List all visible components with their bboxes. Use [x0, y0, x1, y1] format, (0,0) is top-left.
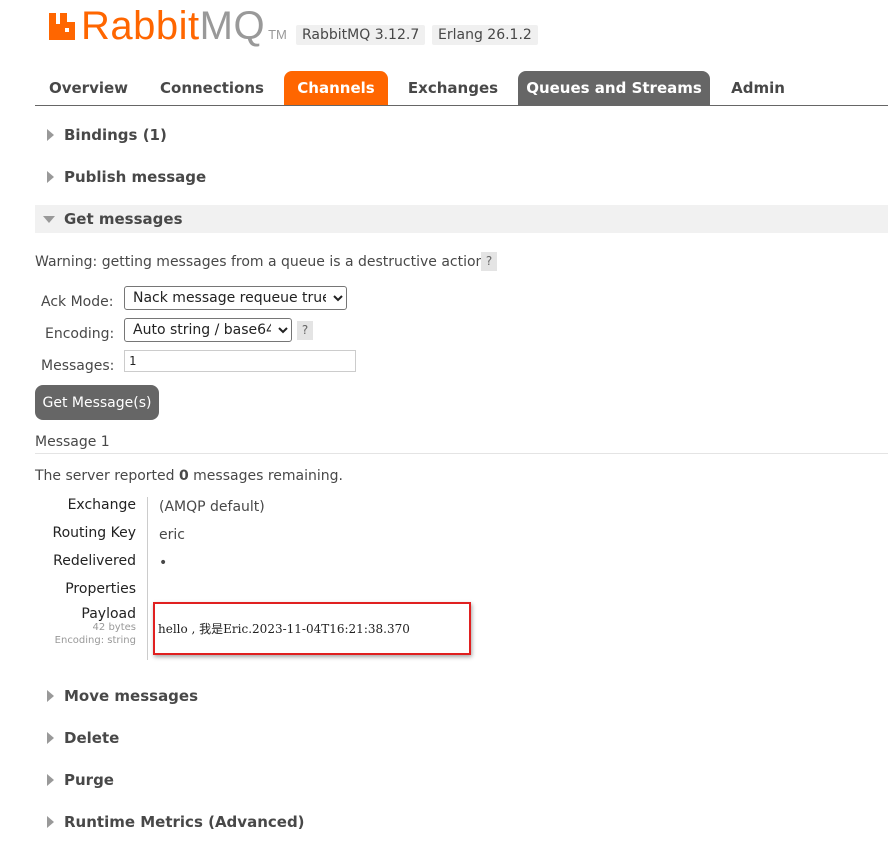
tab-channels[interactable]: Channels	[284, 71, 388, 105]
remaining-post: messages remaining.	[188, 468, 343, 484]
expand-arrow-icon	[47, 816, 54, 828]
section-runtime-label: Runtime Metrics (Advanced)	[64, 813, 305, 831]
remaining-count: 0	[178, 468, 189, 484]
properties-label: Properties	[65, 581, 136, 597]
routing-key-label: Routing Key	[52, 525, 136, 541]
logo-wordmark: RabbitMQ TM	[81, 6, 287, 55]
expand-arrow-icon	[47, 774, 54, 786]
ack-mode-label: Ack Mode:	[41, 294, 114, 310]
payload-size: 42 bytes	[92, 622, 136, 633]
logo-rabbit-text: Rabbit	[81, 4, 200, 48]
warning-help-icon[interactable]: ?	[481, 252, 497, 271]
section-delete-label: Delete	[64, 729, 120, 747]
remaining-pre: The server reported	[35, 468, 179, 484]
section-publish-message[interactable]: Publish message	[35, 163, 888, 191]
exchange-label: Exchange	[67, 497, 136, 513]
encoding-label: Encoding:	[45, 326, 115, 342]
redelivered-value: •	[159, 555, 168, 571]
section-get-messages[interactable]: Get messages	[35, 205, 888, 233]
payload-encoding: Encoding: string	[54, 635, 136, 646]
message-divider	[35, 453, 888, 454]
section-purge[interactable]: Purge	[35, 766, 888, 794]
exchange-value: (AMQP default)	[159, 499, 265, 515]
rabbitmq-version-badge: RabbitMQ 3.12.7	[296, 25, 426, 45]
section-get-label: Get messages	[64, 210, 183, 228]
tab-connections[interactable]: Connections	[148, 71, 276, 105]
payload-value: hello , 我是Eric.2023-11-04T16:21:38.370	[158, 622, 410, 636]
tab-admin[interactable]: Admin	[719, 71, 797, 105]
destructive-warning: Warning: getting messages from a queue i…	[35, 254, 489, 270]
messages-count-label: Messages:	[41, 358, 115, 374]
message-heading: Message 1	[35, 434, 110, 450]
routing-key-value: eric	[159, 527, 185, 543]
section-delete[interactable]: Delete	[35, 724, 888, 752]
tab-exchanges[interactable]: Exchanges	[397, 71, 509, 105]
section-purge-label: Purge	[64, 771, 114, 789]
section-bindings[interactable]: Bindings (1)	[35, 121, 888, 149]
section-move-label: Move messages	[64, 687, 199, 705]
main-nav-tabs: Overview Connections Channels Exchanges …	[35, 71, 888, 106]
encoding-select[interactable]: Auto string / base64	[124, 318, 292, 342]
collapse-arrow-icon	[43, 216, 55, 223]
encoding-help-icon[interactable]: ?	[297, 321, 313, 340]
ack-mode-select[interactable]: Nack message requeue true	[124, 286, 347, 310]
redelivered-label: Redelivered	[53, 553, 136, 569]
section-runtime-metrics[interactable]: Runtime Metrics (Advanced)	[35, 808, 888, 836]
expand-arrow-icon	[47, 732, 54, 744]
rabbit-logo-icon	[49, 13, 75, 40]
field-separator-line	[147, 497, 148, 660]
get-messages-button[interactable]: Get Message(s)	[35, 385, 159, 420]
section-bindings-label: Bindings (1)	[64, 126, 167, 144]
expand-arrow-icon	[47, 171, 54, 183]
messages-count-input[interactable]	[124, 350, 356, 372]
expand-arrow-icon	[47, 129, 54, 141]
payload-label: Payload	[81, 606, 136, 622]
remaining-messages-text: The server reported 0 messages remaining…	[35, 468, 343, 484]
logo-tm-text: TM	[268, 27, 287, 42]
tab-overview[interactable]: Overview	[35, 71, 142, 105]
expand-arrow-icon	[47, 690, 54, 702]
tab-queues-and-streams[interactable]: Queues and Streams	[518, 71, 710, 105]
logo-mq-text: MQ	[199, 4, 266, 48]
section-publish-label: Publish message	[64, 168, 207, 186]
erlang-version-badge: Erlang 26.1.2	[432, 25, 538, 45]
section-move-messages[interactable]: Move messages	[35, 682, 888, 710]
